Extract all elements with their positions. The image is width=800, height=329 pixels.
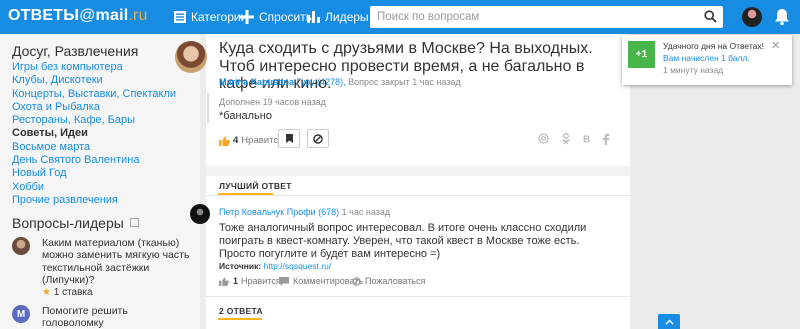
- divider: [206, 296, 630, 297]
- question-addition: Дополнен 19 часов назад *банально: [207, 93, 407, 123]
- comment-button[interactable]: Комментировать: [279, 276, 363, 286]
- vk-icon[interactable]: В: [582, 133, 592, 145]
- sidebar-item-new-year[interactable]: Новый Год: [12, 167, 176, 180]
- nav-ask[interactable]: Спросить: [240, 0, 312, 34]
- thumbs-up-icon: [219, 136, 230, 146]
- plus-icon: [240, 10, 254, 24]
- bell-icon[interactable]: [774, 8, 790, 26]
- answers-count-label: 2 ОТВЕТА: [219, 306, 263, 316]
- bookmark-icon: [285, 134, 293, 143]
- at-share-icon[interactable]: [538, 133, 549, 144]
- points-badge: +1: [628, 41, 655, 68]
- sidebar-item-other[interactable]: Прочие развлечения: [12, 194, 176, 207]
- logo-mail: mail: [95, 7, 129, 24]
- comment-icon: [279, 276, 289, 286]
- info-icon[interactable]: [129, 218, 139, 227]
- search-input[interactable]: [370, 6, 696, 28]
- notification-message[interactable]: Вам начислен 1 балл.: [663, 53, 750, 63]
- divider: [206, 195, 630, 196]
- section-separator: [206, 166, 630, 176]
- sidebar-item-hunting[interactable]: Охота и Рыбалка: [12, 101, 176, 114]
- nav-categories-label: Категории: [191, 10, 248, 24]
- sidebar: Досуг, Развлечения Игры без компьютера К…: [0, 34, 200, 329]
- sidebar-item-advice[interactable]: Советы, Идеи: [12, 127, 176, 140]
- logo-at: @: [79, 7, 96, 24]
- answer-time: 1 час назад: [341, 207, 391, 217]
- logo-ru: .ru: [128, 7, 148, 24]
- leader-question[interactable]: M Помогите решить головоломку: [12, 305, 197, 329]
- star-icon: ★: [42, 287, 51, 298]
- nav-leaders[interactable]: Лидеры: [307, 0, 369, 34]
- source-label: Источник:: [219, 261, 262, 271]
- answers-count-underline: [218, 318, 262, 320]
- answer-likes-label: Нравится: [241, 276, 281, 286]
- answer-text: Тоже аналогичный вопрос интересовал. В и…: [219, 222, 587, 260]
- answer-likes-count: 1: [233, 276, 239, 286]
- bar-chart-icon: [307, 11, 320, 23]
- block-icon: [352, 276, 361, 286]
- scroll-up-button[interactable]: [658, 314, 680, 329]
- question-likes-label: Нравится: [241, 135, 284, 146]
- question-like-button[interactable]: 4 Нравится: [219, 135, 283, 146]
- avatar: [12, 237, 30, 255]
- bookmark-button[interactable]: [278, 129, 300, 148]
- sidebar-item-clubs[interactable]: Клубы, Дискотеки: [12, 74, 176, 87]
- rating-label: 1 ставка: [53, 287, 93, 298]
- answer-author-rank[interactable]: Профи (678): [287, 207, 339, 217]
- answer-author[interactable]: Петр Ковальчук: [219, 207, 284, 217]
- search-icon[interactable]: [704, 10, 717, 23]
- leader-question[interactable]: Каким материалом (тканью) можно заменить…: [12, 237, 197, 298]
- leaders-title-label: Вопросы-лидеры: [12, 215, 124, 231]
- category-title: Досуг, Развлечения: [12, 43, 139, 59]
- answer-source: Источник: http://sqsquest.ru/: [219, 261, 331, 271]
- leader-question-rating: ★ 1 ставка: [42, 287, 93, 298]
- category-list: Игры без компьютера Клубы, Дискотеки Кон…: [12, 61, 176, 207]
- top-bar: ОТВЕТЫ@mail.ru Категории Спросить Лидеры: [0, 0, 800, 34]
- complain-button[interactable]: Пожаловаться: [352, 276, 425, 286]
- question-meta: Marina Kapustina Гуру (4278), Вопрос зак…: [219, 77, 461, 87]
- complain-label: Пожаловаться: [365, 276, 426, 286]
- question-author-avatar[interactable]: [175, 41, 207, 73]
- notification-toast: +1 Удачного дня на Ответах! Вам начислен…: [622, 35, 792, 85]
- avatar: M: [12, 305, 30, 323]
- leader-question-text[interactable]: Помогите решить головоломку: [42, 305, 192, 329]
- svg-text:В: В: [583, 135, 590, 145]
- odnoklassniki-icon[interactable]: [561, 133, 571, 145]
- block-button[interactable]: [307, 129, 329, 148]
- user-avatar[interactable]: [742, 7, 762, 27]
- nav-leaders-label: Лидеры: [325, 10, 369, 24]
- sidebar-item-restaurants[interactable]: Рестораны, Кафе, Бары: [12, 114, 176, 127]
- addition-text: *банально: [219, 110, 272, 122]
- addition-time: Дополнен 19 часов назад: [219, 97, 326, 107]
- answer-like-button[interactable]: 1 Нравится: [219, 276, 281, 286]
- nav-ask-label: Спросить: [259, 10, 312, 24]
- question-likes-count: 4: [233, 135, 239, 146]
- sidebar-item-concerts[interactable]: Концерты, Выставки, Спектакли: [12, 88, 176, 101]
- logo[interactable]: ОТВЕТЫ@mail.ru: [8, 7, 148, 25]
- grid-icon: [174, 11, 186, 23]
- search-box: [370, 6, 723, 28]
- leaders-title: Вопросы-лидеры: [12, 215, 139, 231]
- sidebar-item-valentine[interactable]: День Святого Валентина: [12, 154, 176, 167]
- question-author[interactable]: Marina Kapustina: [219, 77, 294, 87]
- notification-title: Удачного дня на Ответах!: [663, 41, 764, 51]
- best-answer-label: ЛУЧШИЙ ОТВЕТ: [219, 181, 292, 191]
- close-icon[interactable]: ✕: [771, 39, 780, 52]
- chevron-up-icon: [664, 319, 674, 325]
- source-link[interactable]: http://sqsquest.ru/: [264, 261, 332, 271]
- logo-text: ОТВЕТЫ: [8, 7, 80, 24]
- question-status: Вопрос закрыт 1 час назад: [348, 77, 461, 87]
- answer-author-avatar[interactable]: [190, 204, 210, 224]
- facebook-icon[interactable]: [602, 133, 610, 145]
- block-icon: [313, 133, 323, 144]
- leader-question-text[interactable]: Каким материалом (тканью) можно заменить…: [42, 237, 192, 286]
- question-author-rank[interactable]: Гуру (4278),: [297, 77, 346, 87]
- sidebar-item-games[interactable]: Игры без компьютера: [12, 61, 176, 74]
- notification-time: 1 минуту назад: [663, 65, 724, 75]
- sidebar-item-march-8[interactable]: Восьмое марта: [12, 141, 176, 154]
- sidebar-item-hobby[interactable]: Хобби: [12, 181, 176, 194]
- thumbs-up-icon: [219, 276, 229, 286]
- answer-meta: Петр Ковальчук Профи (678) 1 час назад: [219, 207, 390, 217]
- nav-categories[interactable]: Категории: [174, 0, 247, 34]
